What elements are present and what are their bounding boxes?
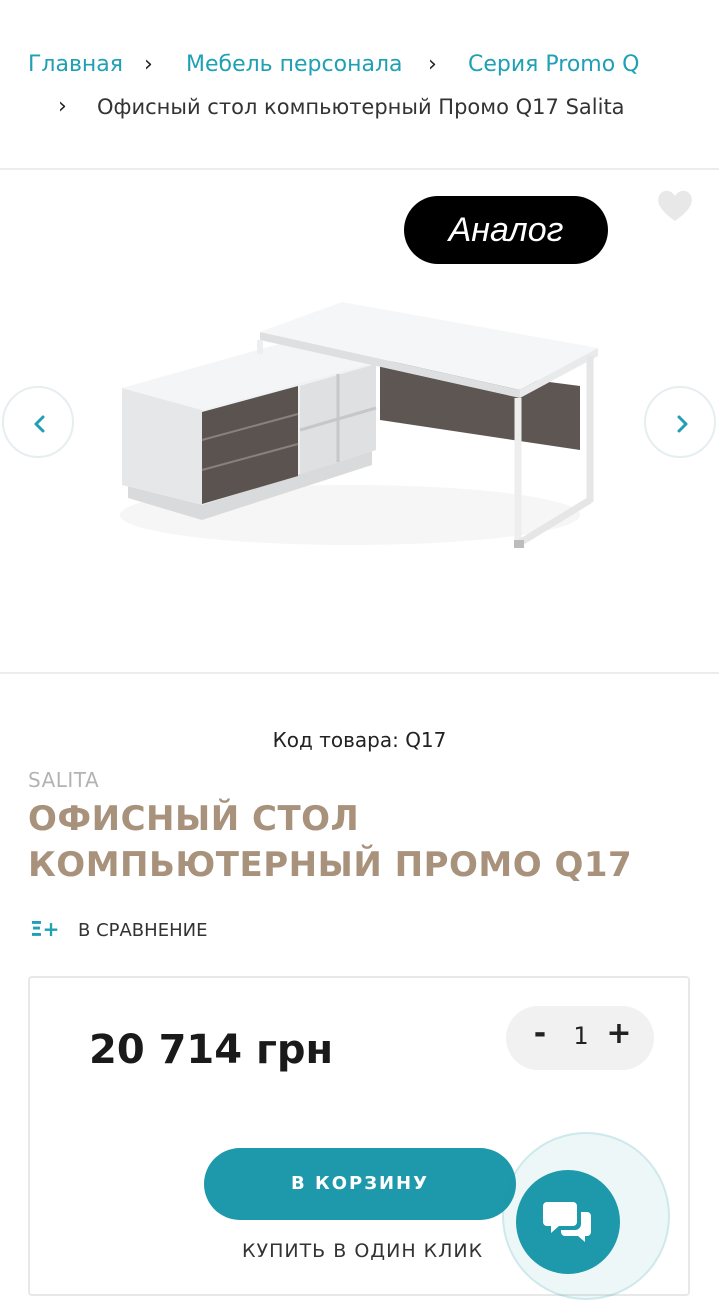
- analog-badge: Аналог: [404, 196, 608, 264]
- chat-bubbles-icon: [543, 1202, 591, 1242]
- breadcrumb-item: Серия Promo Q: [468, 50, 640, 80]
- add-to-compare-button[interactable]: Ξ+ В СРАВНЕНИЕ: [30, 916, 207, 944]
- product-sku: Код товара: Q17: [272, 728, 447, 752]
- product-title: ОФИСНЫЙ СТОЛ КОМПЬЮТЕРНЫЙ ПРОМО Q17: [28, 799, 633, 885]
- quantity-stepper: - 1 +: [506, 1006, 654, 1070]
- breadcrumb-current: Офисный стол компьютерный Промо Q17 Sali…: [97, 95, 625, 119]
- buy-one-click-link[interactable]: КУПИТЬ В ОДИН КЛИК: [242, 1240, 483, 1262]
- divider: [0, 168, 719, 170]
- gallery-next-button[interactable]: [644, 386, 716, 458]
- breadcrumb-separator: ›: [144, 52, 153, 77]
- chevron-left-icon: [34, 415, 45, 433]
- breadcrumb-link-series[interactable]: Серия Promo Q: [468, 52, 640, 77]
- product-image[interactable]: [110, 290, 610, 560]
- divider: [0, 672, 719, 674]
- compare-label: В СРАВНЕНИЕ: [78, 920, 208, 941]
- product-price: 20 714 грн: [89, 1027, 334, 1073]
- breadcrumb-item: Мебель персонала: [186, 50, 403, 80]
- breadcrumb-link-home[interactable]: Главная: [28, 52, 123, 77]
- quantity-decrease-button[interactable]: -: [528, 1016, 552, 1051]
- chat-button[interactable]: [516, 1170, 620, 1274]
- quantity-increase-button[interactable]: +: [606, 1016, 632, 1051]
- product-brand: SALITA: [28, 768, 100, 792]
- quantity-value[interactable]: 1: [570, 1022, 592, 1050]
- favorite-button[interactable]: [655, 186, 695, 226]
- gallery-prev-button[interactable]: [2, 386, 74, 458]
- breadcrumb-separator: ›: [428, 52, 437, 77]
- chevron-right-icon: [677, 415, 688, 433]
- compare-icon: Ξ+: [30, 917, 60, 941]
- breadcrumb-separator: ›: [58, 94, 67, 119]
- add-to-cart-button[interactable]: В КОРЗИНУ: [204, 1148, 516, 1220]
- breadcrumb-link-staff-furniture[interactable]: Мебель персонала: [186, 52, 403, 77]
- breadcrumb: Главная: [28, 50, 123, 80]
- heart-icon: [658, 190, 692, 221]
